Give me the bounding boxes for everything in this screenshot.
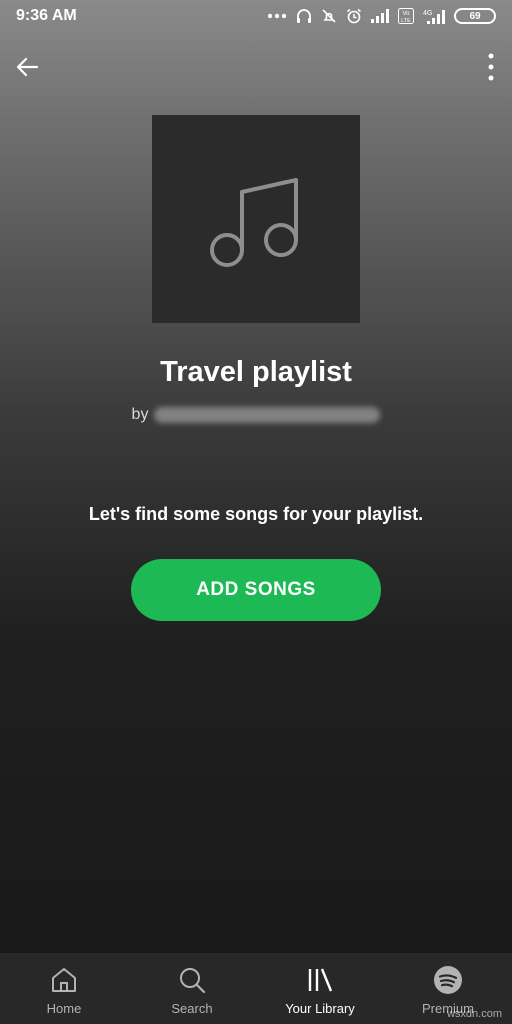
nav-home-label: Home xyxy=(46,1001,82,1016)
add-songs-button[interactable]: ADD SONGS xyxy=(131,559,381,621)
nav-library-label: Your Library xyxy=(285,1001,355,1016)
library-icon xyxy=(308,968,333,992)
nav-search[interactable]: Search xyxy=(128,953,256,1024)
nav-home[interactable]: Home xyxy=(0,953,128,1024)
empty-state-message: Let's find some songs for your playlist. xyxy=(88,504,424,524)
more-vertical-icon[interactable] xyxy=(484,52,498,82)
battery-icon: 69 xyxy=(454,8,496,24)
volte-vo: Vo xyxy=(402,11,410,17)
home-icon xyxy=(52,968,76,992)
playlist-title: Travel playlist xyxy=(160,356,352,388)
playlist-cover xyxy=(152,115,360,323)
bottom-nav: Home Search Your Library Premium xyxy=(0,953,512,1024)
search-icon xyxy=(180,968,206,994)
signal-icon xyxy=(371,9,389,23)
battery-level: 69 xyxy=(469,10,481,22)
playlist-byline: by xyxy=(0,406,512,424)
nav-library[interactable]: Your Library xyxy=(256,953,384,1024)
arrow-left-icon[interactable] xyxy=(12,52,42,82)
dots-icon xyxy=(267,13,287,19)
spotify-icon xyxy=(434,966,462,994)
status-time: 9:36 AM xyxy=(16,7,77,24)
volte-lte: LTE xyxy=(401,18,411,24)
status-bar: 9:36 AM Vo LTE 4G 69 xyxy=(0,0,512,34)
headphones-icon xyxy=(297,9,311,23)
nav-search-label: Search xyxy=(171,1001,213,1016)
mute-icon xyxy=(322,9,336,23)
volte-icon: VoLTE xyxy=(398,8,414,24)
signal-4g-icon: 4G xyxy=(423,10,445,24)
alarm-icon xyxy=(347,8,361,24)
byline-label: by xyxy=(131,406,149,423)
status-icons: Vo LTE 4G 69 xyxy=(267,8,496,24)
watermark: wsxdn.com xyxy=(446,1008,502,1020)
owner-name-blurred xyxy=(154,406,381,423)
music-note-icon xyxy=(210,178,298,267)
network-label: 4G xyxy=(423,10,432,17)
